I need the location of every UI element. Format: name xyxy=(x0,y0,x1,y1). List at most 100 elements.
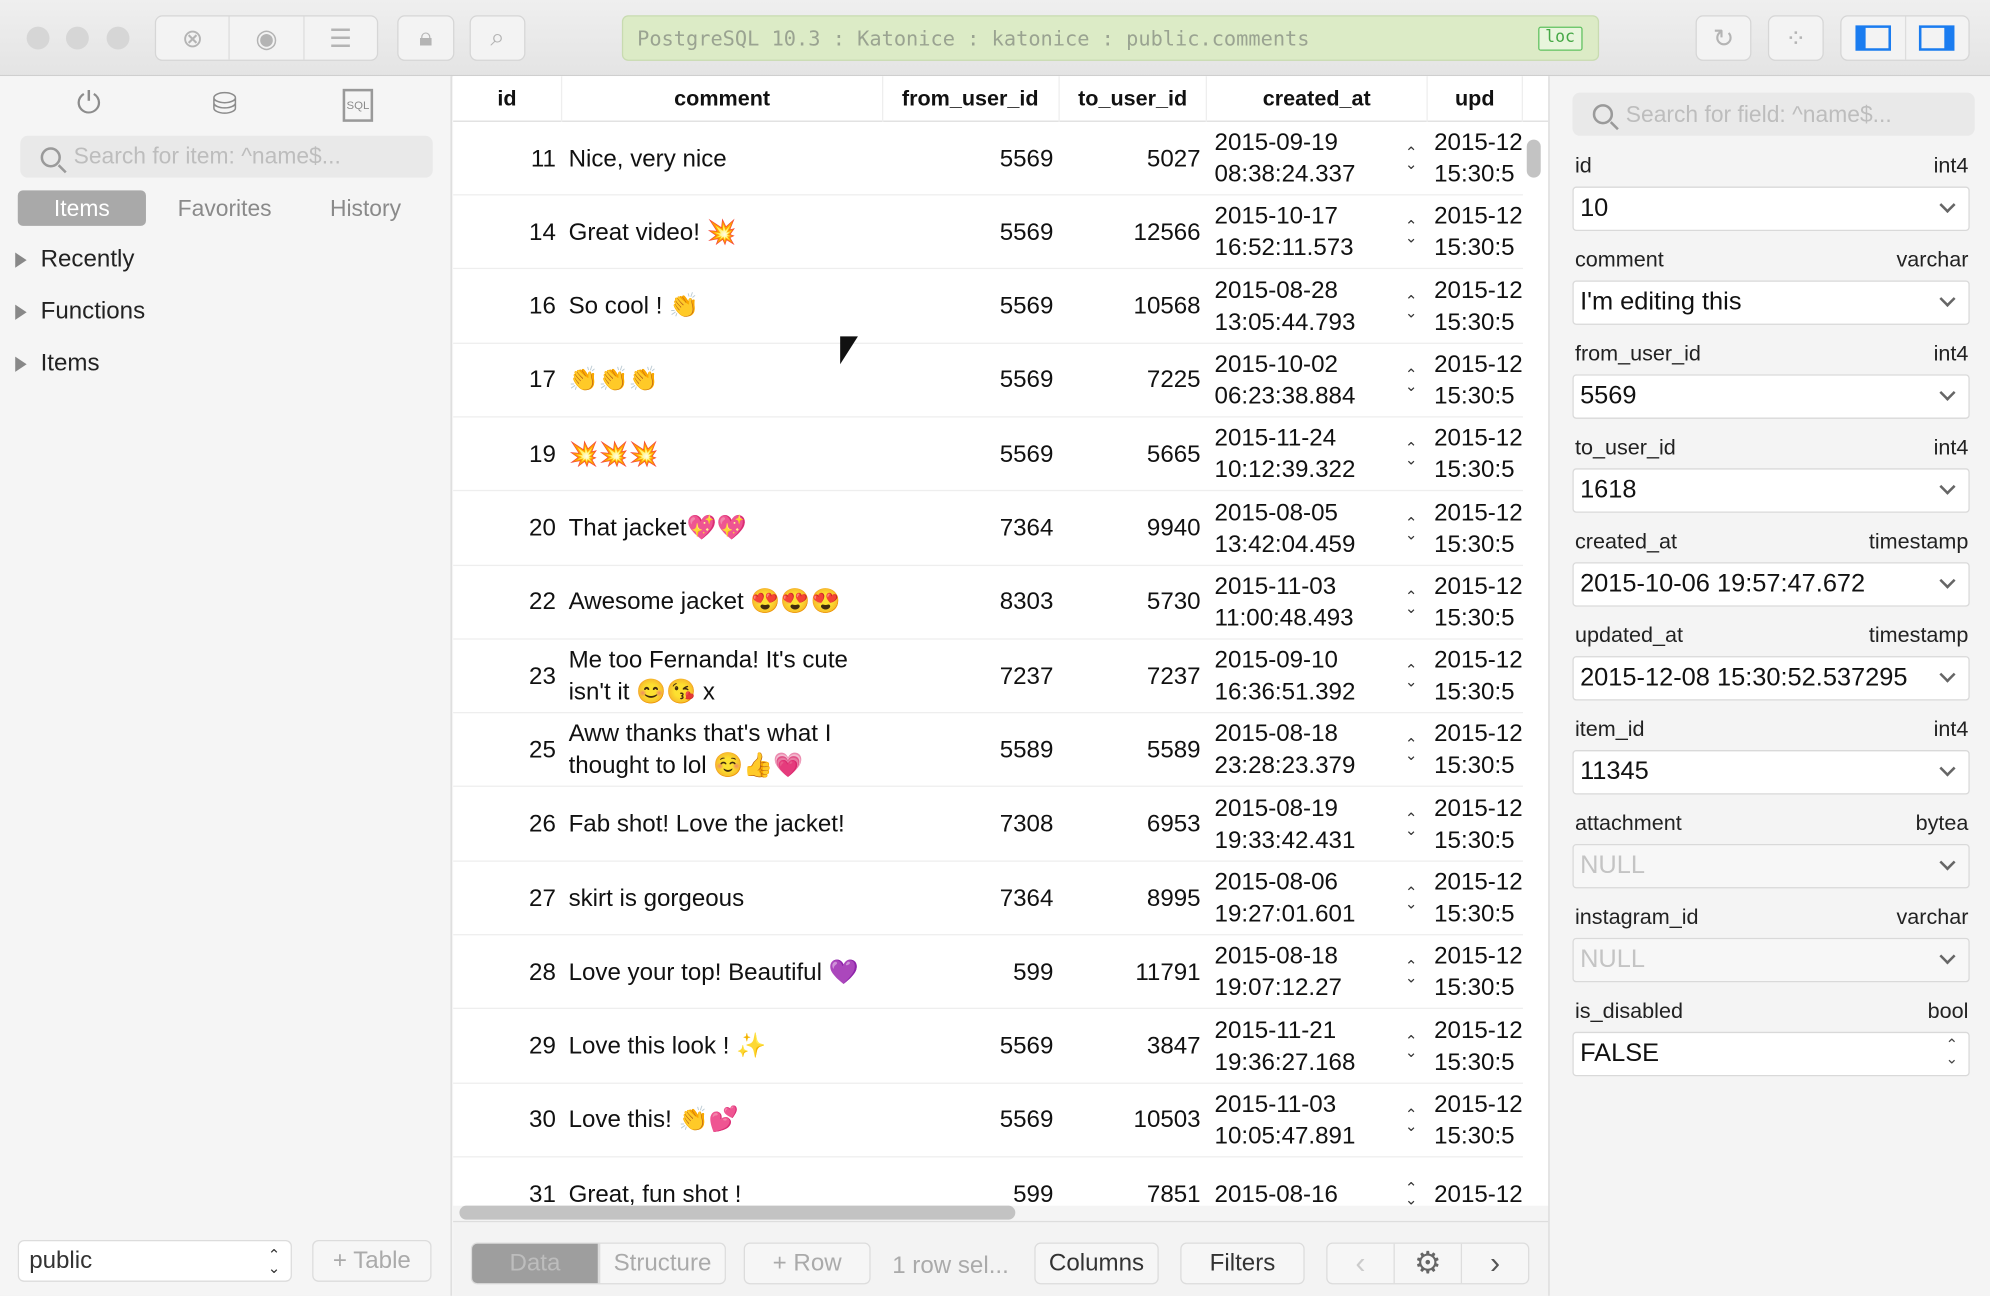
field-input-comment[interactable]: I'm editing this xyxy=(1572,280,1970,325)
cell-comment[interactable]: That jacket💖💖 xyxy=(569,492,880,566)
cell-comment[interactable]: Love your top! Beautiful 💜 xyxy=(569,936,880,1010)
lock-icon[interactable]: 🔒︎ xyxy=(397,15,455,61)
cell-created-at[interactable]: 2015-08-28 13:05:44.793 xyxy=(1215,270,1396,344)
cell-comment[interactable]: Love this look ! ✨ xyxy=(569,1010,880,1084)
cell-id[interactable]: 17 xyxy=(453,344,562,418)
datetime-stepper-icon[interactable]: ⌃ ⌄ xyxy=(1399,196,1424,270)
cell-from-user-id[interactable]: 7308 xyxy=(882,788,1060,862)
datetime-stepper-icon[interactable]: ⌃ ⌄ xyxy=(1399,122,1424,196)
cell-from-user-id[interactable]: 5589 xyxy=(882,714,1060,788)
table-row[interactable]: 27 skirt is gorgeous 7364 8995 2015-08-06 19:… xyxy=(453,862,1523,936)
cell-to-user-id[interactable]: 7237 xyxy=(1060,640,1207,714)
table-row[interactable]: 29 Love this look ! ✨ 5569 3847 2015-11-21 19… xyxy=(453,1010,1523,1084)
column-header-created_at[interactable]: created_at xyxy=(1207,76,1428,122)
chevron-down-icon[interactable] xyxy=(1939,196,1956,214)
cell-from-user-id[interactable]: 5569 xyxy=(882,196,1060,270)
next-page-icon[interactable]: › xyxy=(1462,1244,1528,1283)
tab-items[interactable]: Items xyxy=(17,190,146,226)
datetime-stepper-icon[interactable]: ⌃ ⌄ xyxy=(1399,492,1424,566)
cell-comment[interactable]: 💥💥💥 xyxy=(569,418,880,492)
table-row[interactable]: 31 Great, fun shot ! 599 7851 2015-08-16 ⌃ ⌄ 20… xyxy=(453,1158,1523,1206)
datetime-stepper-icon[interactable]: ⌃ ⌄ xyxy=(1399,640,1424,714)
search-icon[interactable]: ⌕ xyxy=(469,15,526,61)
datetime-stepper-icon[interactable]: ⌃ ⌄ xyxy=(1399,1010,1424,1084)
cell-from-user-id[interactable]: 5569 xyxy=(882,270,1060,344)
datetime-stepper-icon[interactable]: ⌃ ⌄ xyxy=(1399,714,1424,788)
datetime-stepper-icon[interactable]: ⌃ ⌄ xyxy=(1399,418,1424,492)
cell-updated-at[interactable]: 2015-12 15:30:5 xyxy=(1434,418,1523,492)
cell-updated-at[interactable]: 2015-12 15:30:5 xyxy=(1434,270,1523,344)
cell-created-at[interactable]: 2015-10-02 06:23:38.884 xyxy=(1215,344,1396,418)
cell-from-user-id[interactable]: 8303 xyxy=(882,566,1060,640)
eye-icon[interactable]: ◉ xyxy=(230,16,305,60)
cell-from-user-id[interactable]: 5569 xyxy=(882,1084,1060,1158)
filters-button[interactable]: Filters xyxy=(1180,1242,1305,1285)
connection-address-bar[interactable]: PostgreSQL 10.3 : Katonice : katonice : … xyxy=(621,15,1600,61)
cell-from-user-id[interactable]: 599 xyxy=(882,1158,1060,1206)
cell-to-user-id[interactable]: 5589 xyxy=(1060,714,1207,788)
tab-history[interactable]: History xyxy=(302,190,429,226)
field-input-id[interactable]: 10 xyxy=(1572,186,1970,231)
cell-updated-at[interactable]: 2015-12 15:30:5 xyxy=(1434,862,1523,936)
cell-created-at[interactable]: 2015-08-18 19:07:12.27 xyxy=(1215,936,1396,1010)
table-row[interactable]: 22 Awesome jacket 😍😍😍 8303 5730 2015-11-03 11… xyxy=(453,566,1523,640)
cell-created-at[interactable]: 2015-08-18 23:28:23.379 xyxy=(1215,714,1396,788)
cell-to-user-id[interactable]: 5665 xyxy=(1060,418,1207,492)
cell-comment[interactable]: Nice, very nice xyxy=(569,122,880,196)
datetime-stepper-icon[interactable]: ⌃ ⌄ xyxy=(1399,936,1424,1010)
column-header-to_user_id[interactable]: to_user_id xyxy=(1060,76,1207,122)
cell-created-at[interactable]: 2015-11-03 11:00:48.493 xyxy=(1215,566,1396,640)
horizontal-scrollbar[interactable] xyxy=(459,1205,1016,1220)
cell-to-user-id[interactable]: 7851 xyxy=(1060,1158,1207,1206)
cell-updated-at[interactable]: 2015-12 15:30:5 xyxy=(1434,1084,1523,1158)
cell-comment[interactable]: 👏👏👏 xyxy=(569,344,880,418)
datetime-stepper-icon[interactable]: ⌃ ⌄ xyxy=(1399,788,1424,862)
sql-icon[interactable]: SQL xyxy=(342,88,374,122)
cell-id[interactable]: 31 xyxy=(453,1158,562,1206)
datetime-stepper-icon[interactable]: ⌃ ⌄ xyxy=(1399,270,1424,344)
cell-from-user-id[interactable]: 5569 xyxy=(882,1010,1060,1084)
database-icon[interactable]: ⛁ xyxy=(206,86,244,124)
table-row[interactable]: 25 Aww thanks that's what I thought to lo… xyxy=(453,714,1523,788)
table-row[interactable]: 23 Me too Fernanda! It's cute isn't it 😊😘… xyxy=(453,640,1523,714)
cell-comment[interactable]: Great video! 💥 xyxy=(569,196,880,270)
cell-id[interactable]: 22 xyxy=(453,566,562,640)
cell-comment[interactable]: Love this! 👏💕 xyxy=(569,1084,880,1158)
chevron-down-icon[interactable] xyxy=(1939,666,1956,683)
cell-from-user-id[interactable]: 7364 xyxy=(882,862,1060,936)
cell-comment[interactable]: Great, fun shot ! xyxy=(569,1158,880,1206)
field-input-item_id[interactable]: 11345 xyxy=(1572,750,1970,795)
cell-from-user-id[interactable]: 5569 xyxy=(882,344,1060,418)
cell-created-at[interactable]: 2015-11-03 10:05:47.891 xyxy=(1215,1084,1396,1158)
chevron-down-icon[interactable] xyxy=(1939,948,1956,965)
console-icon[interactable]: ☰ xyxy=(304,16,377,59)
data-tab[interactable]: Data xyxy=(470,1242,600,1285)
field-input-is_disabled[interactable]: FALSE ⌃ ⌄ xyxy=(1572,1031,1970,1077)
cell-created-at[interactable]: 2015-11-24 10:12:39.322 xyxy=(1215,418,1396,492)
cell-comment[interactable]: Me too Fernanda! It's cute isn't it 😊😘 x xyxy=(569,640,880,714)
table-row[interactable]: 11 Nice, very nice 5569 5027 2015-09-19 08:38… xyxy=(453,122,1523,196)
cell-comment[interactable]: Fab shot! Love the jacket! xyxy=(569,788,880,862)
cell-created-at[interactable]: 2015-08-19 19:33:42.431 xyxy=(1215,788,1396,862)
table-row[interactable]: 28 Love your top! Beautiful 💜 599 11791 2015… xyxy=(453,936,1523,1010)
datetime-stepper-icon[interactable]: ⌃ ⌄ xyxy=(1399,1158,1424,1206)
cell-updated-at[interactable]: 2015-12 15:30:5 xyxy=(1434,344,1523,418)
field-input-instagram_id[interactable]: NULL xyxy=(1572,937,1970,983)
minimize-window-button[interactable] xyxy=(65,26,89,50)
cell-comment[interactable]: skirt is gorgeous xyxy=(569,862,880,936)
cell-id[interactable]: 23 xyxy=(453,640,562,714)
cell-from-user-id[interactable]: 599 xyxy=(882,936,1060,1010)
chevron-down-icon[interactable] xyxy=(1939,290,1956,307)
datetime-stepper-icon[interactable]: ⌃ ⌄ xyxy=(1399,566,1424,640)
add-row-button[interactable]: + Row xyxy=(743,1242,871,1285)
table-row[interactable]: 16 So cool ! 👏 5569 10568 2015-08-28 13:05:44… xyxy=(453,270,1523,344)
field-input-to_user_id[interactable]: 1618 xyxy=(1572,468,1970,513)
cell-updated-at[interactable]: 2015-12 15:30:5 xyxy=(1434,566,1523,640)
cell-created-at[interactable]: 2015-09-19 08:38:24.337 xyxy=(1215,122,1396,196)
chevron-down-icon[interactable] xyxy=(1939,384,1956,401)
tree-item-recently[interactable]: Recently xyxy=(15,246,134,274)
cell-to-user-id[interactable]: 7225 xyxy=(1060,344,1207,418)
cell-to-user-id[interactable]: 5027 xyxy=(1060,122,1207,196)
table-row[interactable]: 20 That jacket💖💖 7364 9940 2015-08-05 13:42:0… xyxy=(453,492,1523,566)
schema-select[interactable]: public ⌃ ⌄ xyxy=(17,1239,292,1282)
